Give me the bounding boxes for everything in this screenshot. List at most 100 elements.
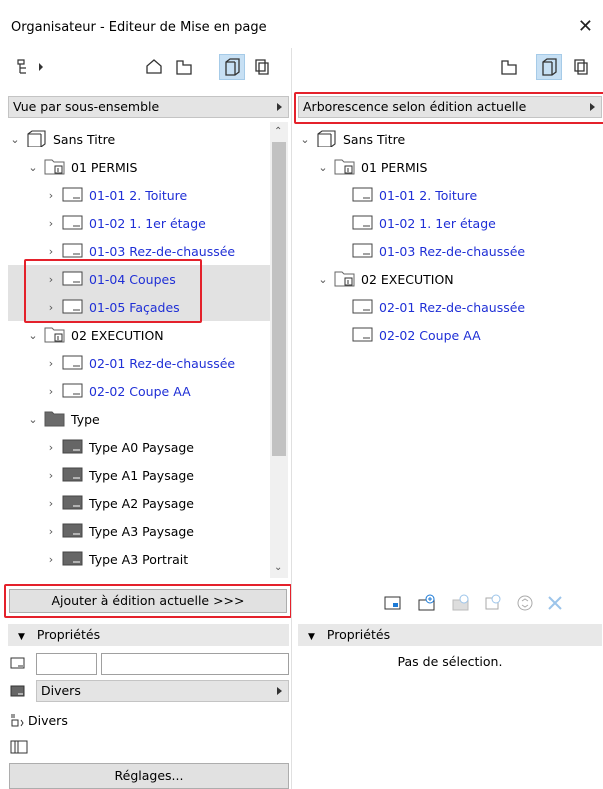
name-field[interactable] — [101, 653, 289, 675]
chevron-down-icon[interactable]: ⌄ — [316, 273, 330, 286]
chevron-down-icon[interactable]: ⌄ — [26, 161, 40, 174]
scroll-thumb[interactable] — [272, 142, 286, 456]
left-tree-item[interactable]: ⌄ Sans Titre — [8, 125, 270, 153]
master-dropdown[interactable]: Divers — [36, 680, 289, 702]
layout-icon — [62, 185, 84, 206]
left-tree-item[interactable]: › 02-01 Rez-de-chaussée — [8, 349, 270, 377]
right-tree-label: 01 PERMIS — [361, 159, 428, 175]
right-tree-label: 01-03 Rez-de-chaussée — [379, 243, 526, 259]
left-tree-item[interactable]: › Type A1 Paysage — [8, 461, 270, 489]
left-tree-item[interactable]: › 01-01 2. Toiture — [8, 181, 270, 209]
left-tree-item[interactable]: › Type A0 Paysage — [8, 433, 270, 461]
right-tree-item[interactable]: ⌄ 01 PERMIS — [298, 153, 598, 181]
left-properties-header[interactable]: ▼ Propriétés — [8, 624, 289, 646]
folder-sub-icon — [334, 269, 356, 290]
book-icon — [316, 129, 338, 150]
new-subset-icon — [418, 594, 435, 611]
left-view-dropdown[interactable]: Vue par sous-ensemble — [8, 96, 289, 118]
layout-book-icon — [542, 58, 557, 76]
left-tree-item[interactable]: › 01-03 Rez-de-chaussée — [8, 237, 270, 265]
project-map-button[interactable] — [141, 54, 167, 80]
delete-icon — [548, 596, 562, 610]
chevron-down-icon[interactable]: ⌄ — [26, 413, 40, 426]
publisher-button[interactable] — [248, 54, 274, 80]
chevron-right-icon[interactable]: › — [44, 525, 58, 538]
chevron-right-icon[interactable]: › — [44, 497, 58, 510]
chevron-right-icon[interactable]: › — [44, 441, 58, 454]
left-tree-item[interactable]: › Type A3 Portrait — [8, 545, 270, 573]
layout-small-icon — [10, 655, 26, 674]
right-tree-item[interactable]: 01-01 2. Toiture — [298, 181, 598, 209]
new-subset-button[interactable] — [414, 590, 440, 616]
dropdown-arrow-icon — [590, 103, 595, 111]
right-view-dropdown[interactable]: Arborescence selon édition actuelle — [298, 96, 602, 118]
left-tree-label: 01 PERMIS — [71, 159, 138, 175]
folder-sub-icon — [44, 325, 66, 346]
add-to-current-button[interactable]: Ajouter à édition actuelle >>> — [9, 589, 287, 613]
left-tree-item[interactable]: ⌄ 02 EXECUTION — [8, 321, 270, 349]
refresh-button[interactable] — [512, 590, 538, 616]
left-tree-label: 01-02 1. 1er étage — [89, 215, 206, 231]
left-scrollbar[interactable]: ⌃ ⌄ — [270, 122, 288, 578]
right-publisher-button[interactable] — [567, 54, 593, 80]
left-tree-label: Type — [71, 411, 100, 427]
id-field[interactable] — [36, 653, 97, 675]
left-view-dropdown-label: Vue par sous-ensemble — [13, 99, 160, 114]
right-tree-label: 02-02 Coupe AA — [379, 327, 481, 343]
left-tree-label: Sans Titre — [53, 131, 116, 147]
right-view-map-button[interactable] — [496, 54, 522, 80]
folder-sub-icon — [334, 157, 356, 178]
right-tree-item[interactable]: 01-02 1. 1er étage — [298, 209, 598, 237]
chevron-right-icon[interactable]: › — [44, 301, 58, 314]
chevron-right-icon[interactable]: › — [44, 273, 58, 286]
new-layout-button[interactable] — [380, 590, 406, 616]
right-tree-item[interactable]: 01-03 Rez-de-chaussée — [298, 237, 598, 265]
right-tree-item[interactable]: 02-02 Coupe AA — [298, 321, 598, 349]
chevron-down-icon[interactable]: ⌄ — [8, 133, 22, 146]
right-tree-label: 02 EXECUTION — [361, 271, 454, 287]
chevron-down-icon[interactable]: ⌄ — [298, 133, 312, 146]
left-tree-item[interactable]: › 01-04 Coupes — [8, 265, 270, 293]
right-tree-item[interactable]: ⌄ 02 EXECUTION — [298, 265, 598, 293]
title-bar: Organisateur - Editeur de Mise en page ✕ — [0, 0, 603, 48]
chevron-right-icon[interactable]: › — [44, 245, 58, 258]
scroll-down-icon[interactable]: ⌄ — [274, 562, 282, 573]
right-properties-header[interactable]: ▼ Propriétés — [298, 624, 602, 646]
right-tree-label: 01-02 1. 1er étage — [379, 215, 496, 231]
panel-divider — [291, 48, 292, 789]
new-folder-button[interactable] — [480, 590, 506, 616]
scroll-up-icon[interactable]: ⌃ — [274, 126, 282, 137]
delete-button[interactable] — [542, 590, 568, 616]
new-master-icon — [452, 594, 469, 611]
chevron-right-icon[interactable]: › — [44, 553, 58, 566]
right-properties-label: Propriétés — [326, 627, 391, 642]
chevron-right-icon[interactable]: › — [44, 189, 58, 202]
right-layout-book-button[interactable] — [536, 54, 562, 80]
layout-icon — [62, 381, 84, 402]
chevron-right-icon[interactable]: › — [44, 357, 58, 370]
left-tree-item[interactable]: › Type A2 Paysage — [8, 489, 270, 517]
structure-menu-button[interactable] — [11, 54, 51, 80]
left-tree-label: Type A0 Paysage — [89, 439, 194, 455]
view-map-button[interactable] — [171, 54, 197, 80]
new-folder-icon — [485, 594, 501, 610]
chevron-right-icon[interactable]: › — [44, 469, 58, 482]
settings-button[interactable]: Réglages... — [9, 763, 289, 789]
new-master-button[interactable] — [448, 590, 474, 616]
left-tree-item[interactable]: › 02-02 Coupe AA — [8, 377, 270, 405]
chevron-right-icon[interactable]: › — [44, 217, 58, 230]
chevron-right-icon[interactable]: › — [44, 385, 58, 398]
chevron-down-icon[interactable]: ⌄ — [316, 161, 330, 174]
left-tree-item[interactable]: ⌄ Type — [8, 405, 270, 433]
left-tree-item[interactable]: › 01-02 1. 1er étage — [8, 209, 270, 237]
right-tree-item[interactable]: ⌄ Sans Titre — [298, 125, 598, 153]
layout-book-button[interactable] — [219, 54, 245, 80]
right-tree-item[interactable]: 02-01 Rez-de-chaussée — [298, 293, 598, 321]
left-properties-label: Propriétés — [36, 627, 101, 642]
left-tree-item[interactable]: › 01-05 Façades — [8, 293, 270, 321]
right-tree-label: 01-01 2. Toiture — [379, 187, 478, 203]
close-icon[interactable]: ✕ — [578, 16, 593, 37]
chevron-down-icon[interactable]: ⌄ — [26, 329, 40, 342]
left-tree-item[interactable]: ⌄ 01 PERMIS — [8, 153, 270, 181]
left-tree-item[interactable]: › Type A3 Paysage — [8, 517, 270, 545]
